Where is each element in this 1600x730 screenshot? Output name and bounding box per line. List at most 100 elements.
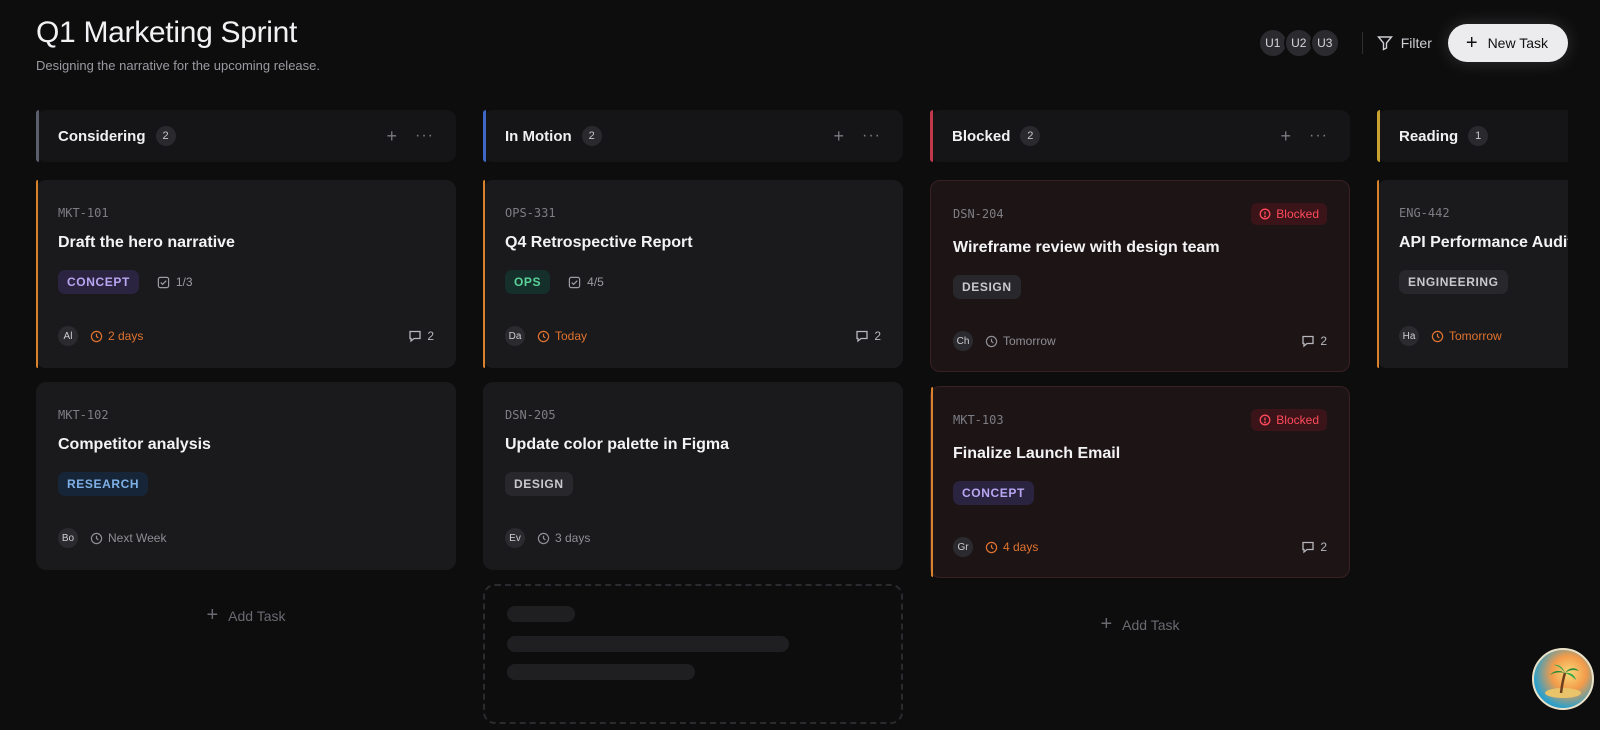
column-blocked: Blocked 2 + ··· DSN-204 Blocked Wirefram… <box>930 110 1350 635</box>
column-reading: Reading 1 ENG-442 API Performance Audit … <box>1377 110 1568 368</box>
clock-icon <box>90 532 103 544</box>
blocked-badge: Blocked <box>1251 203 1327 225</box>
alert-icon <box>1259 208 1271 220</box>
card-meta: ENGINEERING <box>1399 270 1508 294</box>
card-meta: CONCEPT 1/3 <box>58 270 193 294</box>
assignee-avatar[interactable]: Gr <box>953 537 973 557</box>
palm-tree-icon <box>1545 664 1581 698</box>
card-footer: Ha Tomorrow <box>1399 326 1568 346</box>
column-header: In Motion 2 + ··· <box>483 110 903 162</box>
add-icon[interactable]: + <box>834 126 845 147</box>
blocked-badge: Blocked <box>1251 409 1327 431</box>
loading-placeholder-card <box>483 584 903 724</box>
comment-count[interactable]: 2 <box>1301 334 1327 348</box>
due-date: Tomorrow <box>1431 329 1502 343</box>
due-date: Today <box>537 329 587 343</box>
assignee-avatar[interactable]: Da <box>505 326 525 346</box>
skeleton-line <box>507 636 789 652</box>
plus-icon: + <box>206 604 219 626</box>
filter-button[interactable]: Filter <box>1376 35 1432 51</box>
due-date: Next Week <box>90 531 166 545</box>
assignee-avatar[interactable]: Ev <box>505 528 525 548</box>
column-considering: Considering 2 + ··· MKT-101 Draft the he… <box>36 110 456 626</box>
card-id: DSN-204 <box>953 207 1004 221</box>
assignee-avatar[interactable]: Ch <box>953 331 973 351</box>
header-divider <box>1361 32 1363 54</box>
assignee-avatar[interactable]: Al <box>58 326 78 346</box>
card-footer: Al 2 days 2 <box>58 326 434 346</box>
comment-count[interactable]: 2 <box>1301 540 1327 554</box>
comment-icon <box>1302 335 1314 348</box>
card-id: MKT-103 <box>953 413 1004 427</box>
task-card[interactable]: ENG-442 API Performance Audit ENGINEERIN… <box>1377 180 1568 368</box>
column-title: Considering <box>58 127 146 145</box>
card-footer: Ch Tomorrow 2 <box>953 331 1327 351</box>
task-card[interactable]: MKT-101 Draft the hero narrative CONCEPT… <box>36 180 456 368</box>
more-icon[interactable]: ··· <box>862 127 881 145</box>
due-date: 4 days <box>985 540 1038 554</box>
more-icon[interactable]: ··· <box>1309 127 1328 145</box>
column-header: Considering 2 + ··· <box>36 110 456 162</box>
due-date: 3 days <box>537 531 590 545</box>
comment-icon <box>856 330 868 343</box>
add-icon[interactable]: + <box>1281 126 1292 147</box>
avatar[interactable]: U3 <box>1309 28 1340 58</box>
new-task-button[interactable]: + New Task <box>1447 24 1568 62</box>
card-footer: Gr 4 days 2 <box>953 537 1327 557</box>
tag-badge: CONCEPT <box>58 270 139 294</box>
clock-icon <box>985 335 998 347</box>
clock-icon <box>537 330 550 342</box>
column-title: Reading <box>1399 127 1459 145</box>
assignee-avatar[interactable]: Ha <box>1399 326 1419 346</box>
tag-badge: DESIGN <box>953 275 1021 299</box>
column-actions: + ··· <box>387 110 435 162</box>
task-card[interactable]: MKT-102 Competitor analysis RESEARCH Bo … <box>36 382 456 570</box>
column-header: Blocked 2 + ··· <box>930 110 1350 162</box>
card-meta: DESIGN <box>505 472 573 496</box>
task-card[interactable]: DSN-204 Blocked Wireframe review with de… <box>930 180 1350 372</box>
column-count-badge: 1 <box>1468 126 1489 146</box>
checkbox-icon <box>157 276 170 288</box>
board-header: Q1 Marketing Sprint Designing the narrat… <box>36 14 1568 84</box>
task-card[interactable]: OPS-331 Q4 Retrospective Report OPS 4/5 … <box>483 180 903 368</box>
task-card[interactable]: MKT-103 Blocked Finalize Launch Email CO… <box>930 386 1350 578</box>
column-actions: + ··· <box>1281 110 1329 162</box>
card-footer: Da Today 2 <box>505 326 881 346</box>
tag-badge: CONCEPT <box>953 481 1034 505</box>
comment-count[interactable]: 2 <box>408 329 434 343</box>
card-title: Wireframe review with design team <box>953 239 1220 256</box>
card-id: MKT-101 <box>58 206 109 220</box>
card-title: Finalize Launch Email <box>953 445 1121 462</box>
clock-icon <box>985 541 998 553</box>
card-meta: OPS 4/5 <box>505 270 604 294</box>
more-icon[interactable]: ··· <box>415 127 434 145</box>
new-task-label: New Task <box>1487 35 1548 51</box>
due-date: 2 days <box>90 329 143 343</box>
column-title: In Motion <box>505 127 572 145</box>
checkbox-icon <box>568 276 581 288</box>
tag-badge: OPS <box>505 270 551 294</box>
header-actions: U1 U2 U3 Filter + New Task <box>1257 24 1568 62</box>
card-id: DSN-205 <box>505 408 556 422</box>
column-header: Reading 1 <box>1377 110 1568 162</box>
add-icon[interactable]: + <box>387 126 398 147</box>
subtask-progress: 1/3 <box>157 275 193 289</box>
card-footer: Ev 3 days <box>505 528 881 548</box>
kanban-board: Considering 2 + ··· MKT-101 Draft the he… <box>36 110 1568 730</box>
skeleton-line <box>507 606 575 622</box>
column-title: Blocked <box>952 127 1011 145</box>
assignee-avatar[interactable]: Bo <box>58 528 78 548</box>
clock-icon <box>537 532 550 544</box>
clock-icon <box>90 330 103 342</box>
card-id: OPS-331 <box>505 206 556 220</box>
task-card[interactable]: DSN-205 Update color palette in Figma DE… <box>483 382 903 570</box>
alert-icon <box>1259 414 1271 426</box>
column-count-badge: 2 <box>155 126 176 146</box>
add-task-button[interactable]: + Add Task <box>930 613 1350 636</box>
filter-icon <box>1376 36 1393 51</box>
beach-palm-icon[interactable] <box>1532 648 1594 710</box>
card-title: Q4 Retrospective Report <box>505 234 693 251</box>
add-task-button[interactable]: + Add Task <box>36 604 456 627</box>
comment-count[interactable]: 2 <box>855 329 881 343</box>
clock-icon <box>1431 330 1444 342</box>
